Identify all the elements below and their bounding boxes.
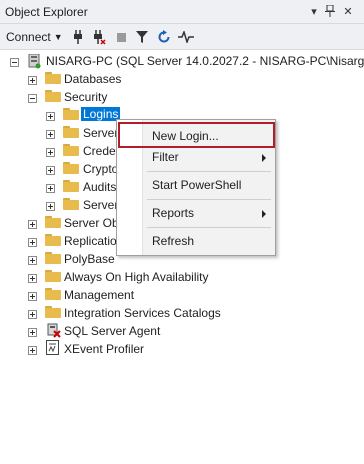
folder-icon xyxy=(63,108,79,120)
expand-icon[interactable] xyxy=(28,256,37,265)
object-explorer-tree: NISARG-PC (SQL Server 14.0.2027.2 - NISA… xyxy=(0,50,364,464)
folder-icon xyxy=(63,180,79,192)
disconnect-plug-icon[interactable] xyxy=(92,28,106,46)
expand-icon[interactable] xyxy=(28,76,37,85)
folder-icon xyxy=(45,72,61,84)
filter-icon[interactable] xyxy=(136,28,148,46)
tree-label-xevent-profiler: XEvent Profiler xyxy=(64,342,145,356)
activity-monitor-icon[interactable] xyxy=(178,28,194,46)
folder-icon xyxy=(63,162,79,174)
tree-label-sql-agent: SQL Server Agent xyxy=(64,324,161,338)
tree-label-server-roles: Server xyxy=(83,126,119,140)
submenu-arrow-icon xyxy=(262,154,266,162)
expand-icon[interactable] xyxy=(28,220,37,229)
expand-icon[interactable] xyxy=(46,112,55,121)
expand-icon[interactable] xyxy=(46,130,55,139)
tree-label-server: NISARG-PC (SQL Server 14.0.2027.2 - NISA… xyxy=(46,54,364,68)
menu-separator xyxy=(147,199,271,200)
collapse-icon[interactable] xyxy=(10,58,19,67)
folder-icon xyxy=(63,144,79,156)
tree-label-replication: Replicatio xyxy=(64,234,117,248)
tree-label-cryptographic: Crypto xyxy=(83,162,119,176)
tree-label-server-objects: Server Obj xyxy=(64,216,122,230)
folder-icon xyxy=(45,216,61,228)
tree-label-server-audit-specs: Server xyxy=(83,198,119,212)
menu-separator xyxy=(147,171,271,172)
menu-item-filter[interactable]: Filter xyxy=(118,146,274,168)
menu-item-refresh[interactable]: Refresh xyxy=(118,230,274,252)
highlight-box xyxy=(118,122,275,148)
menu-item-label: Filter xyxy=(152,150,179,164)
folder-icon xyxy=(45,252,61,264)
menu-separator xyxy=(147,227,271,228)
menu-item-label: Start PowerShell xyxy=(152,178,242,192)
tree-label-audits: Audits xyxy=(83,180,117,194)
expand-icon[interactable] xyxy=(28,292,37,301)
dropdown-icon[interactable]: ▾ xyxy=(306,3,322,19)
chevron-down-icon: ▼ xyxy=(53,32,63,42)
folder-icon xyxy=(63,126,79,138)
server-icon xyxy=(27,53,41,72)
menu-item-label: Refresh xyxy=(152,234,195,248)
tree-label-always-on: Always On High Availability xyxy=(64,270,209,284)
expand-icon[interactable] xyxy=(28,328,37,337)
tree-label-logins: Logins xyxy=(81,107,121,121)
tree-label-credentials: Crede xyxy=(83,144,116,158)
tree-label-databases: Databases xyxy=(64,72,122,86)
close-icon[interactable]: ✕ xyxy=(340,3,356,19)
expand-icon[interactable] xyxy=(46,148,55,157)
folder-icon xyxy=(45,270,61,282)
expand-icon[interactable] xyxy=(28,274,37,283)
tree-label-management: Management xyxy=(64,288,135,302)
expand-icon[interactable] xyxy=(46,184,55,193)
tree-label-security: Security xyxy=(64,90,108,104)
expand-icon[interactable] xyxy=(46,166,55,175)
toolbar: Connect ▼ xyxy=(0,24,364,50)
expand-icon[interactable] xyxy=(28,238,37,247)
tree-label-polybase: PolyBase xyxy=(64,252,115,266)
refresh-icon[interactable] xyxy=(157,28,171,46)
menu-item-start-powershell[interactable]: Start PowerShell xyxy=(118,174,274,196)
folder-icon xyxy=(45,306,61,318)
window-title: Object Explorer xyxy=(5,5,88,19)
stop-icon[interactable] xyxy=(117,28,126,46)
menu-item-reports[interactable]: Reports xyxy=(118,202,274,224)
object-explorer-titlebar: Object Explorer ▾ ✕ xyxy=(0,0,364,24)
pin-icon[interactable] xyxy=(322,3,338,19)
expand-icon[interactable] xyxy=(28,346,37,355)
xevent-icon xyxy=(46,340,60,359)
folder-icon xyxy=(45,234,61,246)
connect-label: Connect xyxy=(6,30,51,44)
connect-plug-icon[interactable] xyxy=(72,28,84,46)
expand-icon[interactable] xyxy=(28,310,37,319)
expand-icon[interactable] xyxy=(46,202,55,211)
submenu-arrow-icon xyxy=(262,210,266,218)
folder-icon xyxy=(45,288,61,300)
sql-agent-icon xyxy=(45,322,61,341)
folder-icon xyxy=(63,198,79,210)
folder-icon xyxy=(45,90,61,102)
menu-item-label: Reports xyxy=(152,206,195,220)
tree-label-integration-services: Integration Services Catalogs xyxy=(64,306,221,320)
connect-button[interactable]: Connect ▼ xyxy=(6,28,63,46)
collapse-icon[interactable] xyxy=(28,94,37,103)
